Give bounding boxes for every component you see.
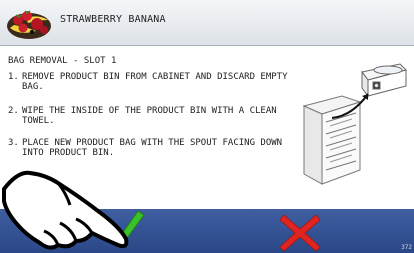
step-number: 2. xyxy=(8,106,19,116)
red-x-icon[interactable] xyxy=(270,209,330,253)
pointing-hand-icon xyxy=(2,170,129,250)
product-bin-illustration xyxy=(302,63,407,185)
step-text: REMOVE PRODUCT BIN FROM CABINET AND DISC… xyxy=(22,72,288,92)
header-bar: STRAWBERRY BANANA xyxy=(0,0,414,46)
section-heading: BAG REMOVAL - SLOT 1 xyxy=(8,56,117,66)
page-title: STRAWBERRY BANANA xyxy=(60,14,166,25)
page-number: 372 xyxy=(401,244,412,251)
strawberry-banana-fruit-icon xyxy=(7,10,51,39)
step-number: 1. xyxy=(8,72,19,82)
step-text: WIPE THE INSIDE OF THE PRODUCT BIN WITH … xyxy=(22,106,277,126)
